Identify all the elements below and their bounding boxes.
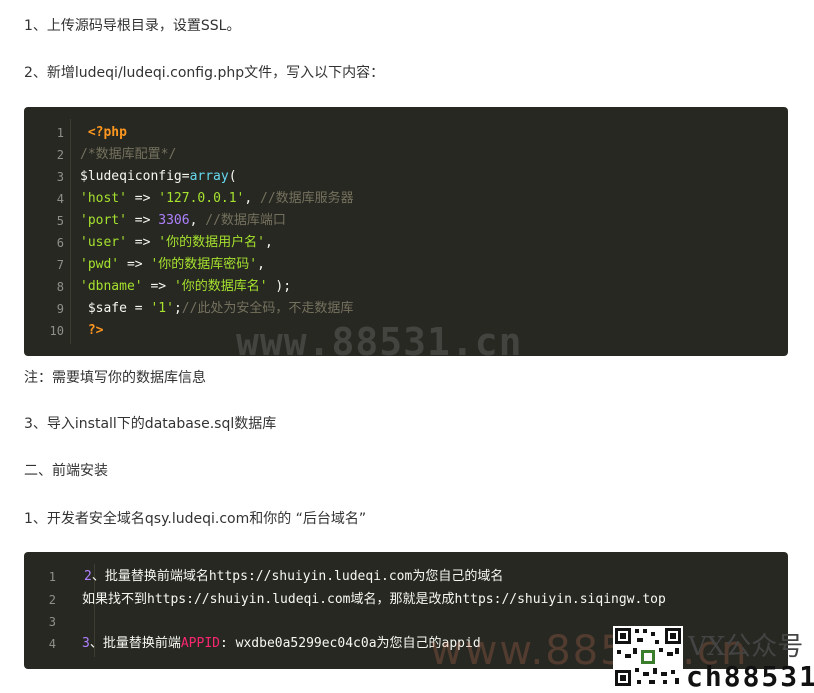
line-number: 7	[56, 258, 64, 272]
brand-id: ch88531	[686, 660, 814, 693]
step-2-text: 2、新增ludeqi/ludeqi.config.php文件，写入以下内容：	[24, 65, 385, 81]
line-number: 3	[56, 170, 64, 184]
code-line: 7 'pwd' => '你的数据库密码',	[24, 254, 788, 276]
code-line: 2 /*数据库配置*/	[24, 144, 788, 166]
code-comment: /*数据库配置*/	[80, 147, 177, 162]
code-line: 5 'port' => 3306, //数据库端口	[24, 210, 788, 232]
section-heading: 二、前端安装	[24, 463, 108, 479]
line-number: 3	[48, 615, 56, 629]
brand-wechat-label: VX公众号	[688, 632, 804, 662]
line-number: 5	[56, 214, 64, 228]
line-number: 10	[49, 324, 64, 338]
qr-code-icon	[613, 626, 683, 688]
step-3-text: 3、导入install下的database.sql数据库	[24, 416, 277, 432]
code-function: array	[189, 169, 229, 184]
code-line: 9 $safe = '1';//此处为安全码，不走数据库	[24, 298, 788, 320]
site-watermark: www.88531.cn	[236, 320, 523, 364]
code-line: 3 $ludeqiconfig=array(	[24, 166, 788, 188]
code-line: 8 'dbname' => '你的数据库名' );	[24, 276, 788, 298]
line-number: 8	[56, 280, 64, 294]
note-text: 注：需要填写你的数据库信息	[24, 370, 206, 386]
step-1-text: 1、上传源码导根目录，设置SSL。	[24, 18, 241, 34]
code-comment: //数据库端口	[205, 213, 286, 228]
line-number: 4	[48, 637, 56, 651]
php-close-tag: ?>	[87, 323, 104, 338]
frontend-step-1-text: 1、开发者安全域名qsy.ludeqi.com和你的 “后台域名”	[24, 511, 367, 527]
line-number: 1	[56, 126, 64, 140]
code-variable: $safe	[87, 301, 127, 316]
appid-label: APPID	[180, 636, 220, 651]
code-line: 4 'host' => '127.0.0.1', //数据库服务器	[24, 188, 788, 210]
code-comment: //数据库服务器	[260, 191, 354, 206]
code-line: 1 2、批量替换前端域名https://shuiyin.ludeqi.com为您…	[24, 566, 788, 588]
code-variable: $ludeqiconfig	[80, 169, 182, 184]
line-number: 6	[56, 236, 64, 250]
code-block-config[interactable]: 1 <?php 2 /*数据库配置*/ 3 $ludeqiconfig=arra…	[24, 107, 788, 356]
line-number: 2	[56, 148, 64, 162]
code-line: 6 'user' => '你的数据用户名',	[24, 232, 788, 254]
line-number: 9	[56, 302, 64, 316]
code-line: 2 如果找不到https://shuiyin.ludeqi.com域名，那就是改…	[24, 589, 788, 611]
php-open-tag: <?php	[87, 125, 127, 140]
line-number: 2	[48, 593, 56, 607]
line-number: 4	[56, 192, 64, 206]
line-number: 1	[48, 570, 56, 584]
code-line: 1 <?php	[24, 122, 788, 144]
code-comment: //此处为安全码，不走数据库	[181, 301, 354, 316]
